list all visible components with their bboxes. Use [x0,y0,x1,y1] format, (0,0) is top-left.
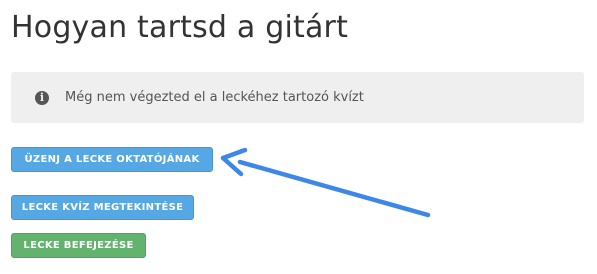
quiz-notice: i Még nem végezted el a leckéhez tartozó… [11,72,584,123]
info-icon: i [35,90,49,105]
notice-text: Még nem végezted el a leckéhez tartozó k… [65,90,364,105]
page-title: Hogyan tartsd a gitárt [11,10,349,45]
message-teacher-button[interactable]: ÜZENJ A LECKE OKTATÓJÁNAK [11,147,213,172]
view-quiz-button[interactable]: LECKE KVÍZ MEGTEKINTÉSE [11,195,194,220]
complete-lesson-button[interactable]: LECKE BEFEJEZÉSE [11,233,146,258]
